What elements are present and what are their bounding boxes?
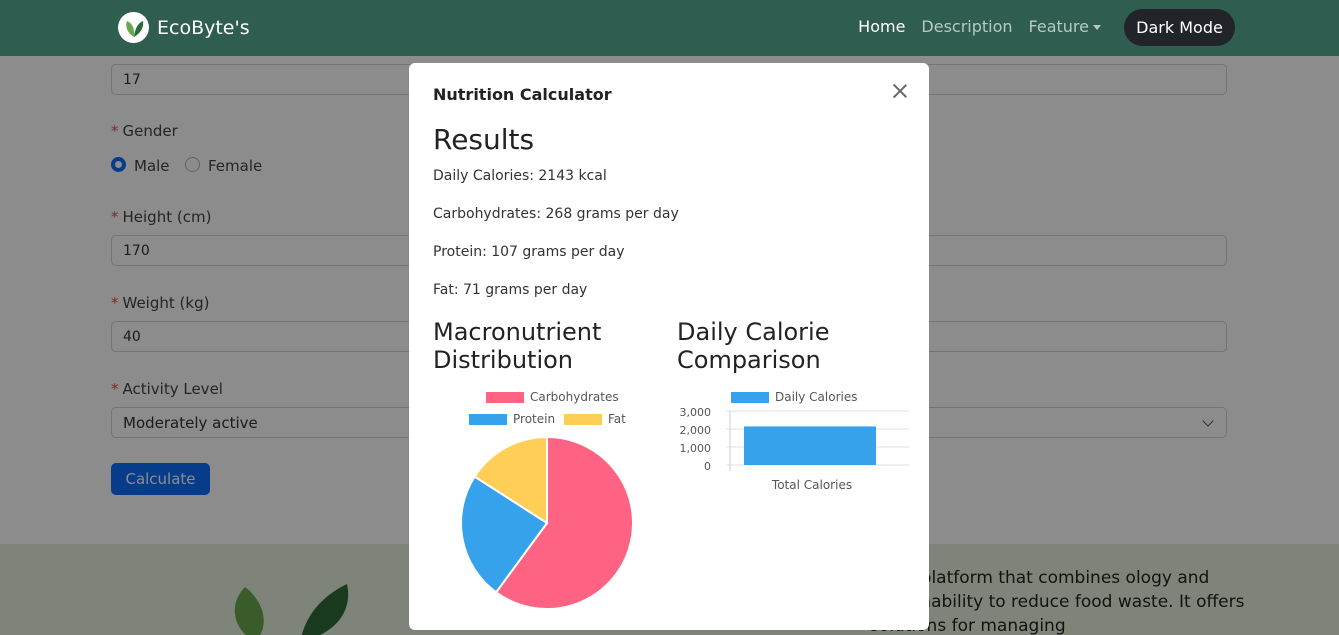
legend-carbohydrates[interactable]: Carbohydrates: [486, 390, 619, 404]
leaf-logo-icon: [118, 12, 149, 43]
calorie-bar-chart: [726, 410, 909, 471]
protein-line: Protein: 107 grams per day: [433, 244, 625, 260]
results-heading: Results: [433, 123, 535, 156]
y-tick: 2,000: [679, 424, 712, 437]
legend-label: Fat: [608, 412, 626, 426]
carbohydrates-line: Carbohydrates: 268 grams per day: [433, 206, 679, 222]
dark-mode-button[interactable]: Dark Mode: [1124, 9, 1235, 46]
nav-feature-label: Feature: [1028, 17, 1089, 36]
macronutrient-pie-chart: [460, 435, 634, 610]
y-tick: 0: [704, 460, 711, 473]
modal-title: Nutrition Calculator: [433, 85, 612, 104]
fat-line: Fat: 71 grams per day: [433, 282, 588, 298]
close-icon[interactable]: [891, 82, 909, 100]
daily-calories-line: Daily Calories: 2143 kcal: [433, 168, 607, 184]
legend-label: Daily Calories: [775, 390, 858, 404]
nav-home[interactable]: Home: [858, 17, 905, 36]
legend-swatch: [731, 391, 769, 403]
bar-total-calories[interactable]: [744, 426, 876, 465]
legend-swatch: [486, 391, 524, 403]
nav-links: Home Description Feature: [858, 17, 1101, 36]
nav-description[interactable]: Description: [921, 17, 1012, 36]
legend-protein[interactable]: Protein: [469, 412, 555, 426]
x-tick: Total Calories: [771, 478, 853, 492]
legend-swatch: [469, 413, 507, 425]
chart2-title: Daily Calorie Comparison: [677, 318, 830, 374]
legend-label: Carbohydrates: [530, 390, 619, 404]
caret-down-icon: [1093, 25, 1101, 30]
navbar: EcoByte's Home Description Feature Dark …: [0, 0, 1339, 56]
legend-fat[interactable]: Fat: [564, 412, 626, 426]
legend-daily-calories[interactable]: Daily Calories: [731, 390, 858, 404]
brand[interactable]: EcoByte's: [118, 12, 250, 43]
nutrition-modal: Nutrition Calculator Results Daily Calor…: [409, 63, 929, 630]
legend-swatch: [564, 413, 602, 425]
chart1-title: Macronutrient Distribution: [433, 318, 602, 374]
nav-feature[interactable]: Feature: [1029, 17, 1101, 36]
y-tick: 1,000: [679, 442, 712, 455]
legend-label: Protein: [513, 412, 556, 426]
brand-name: EcoByte's: [157, 16, 250, 39]
y-tick: 3,000: [679, 406, 712, 419]
